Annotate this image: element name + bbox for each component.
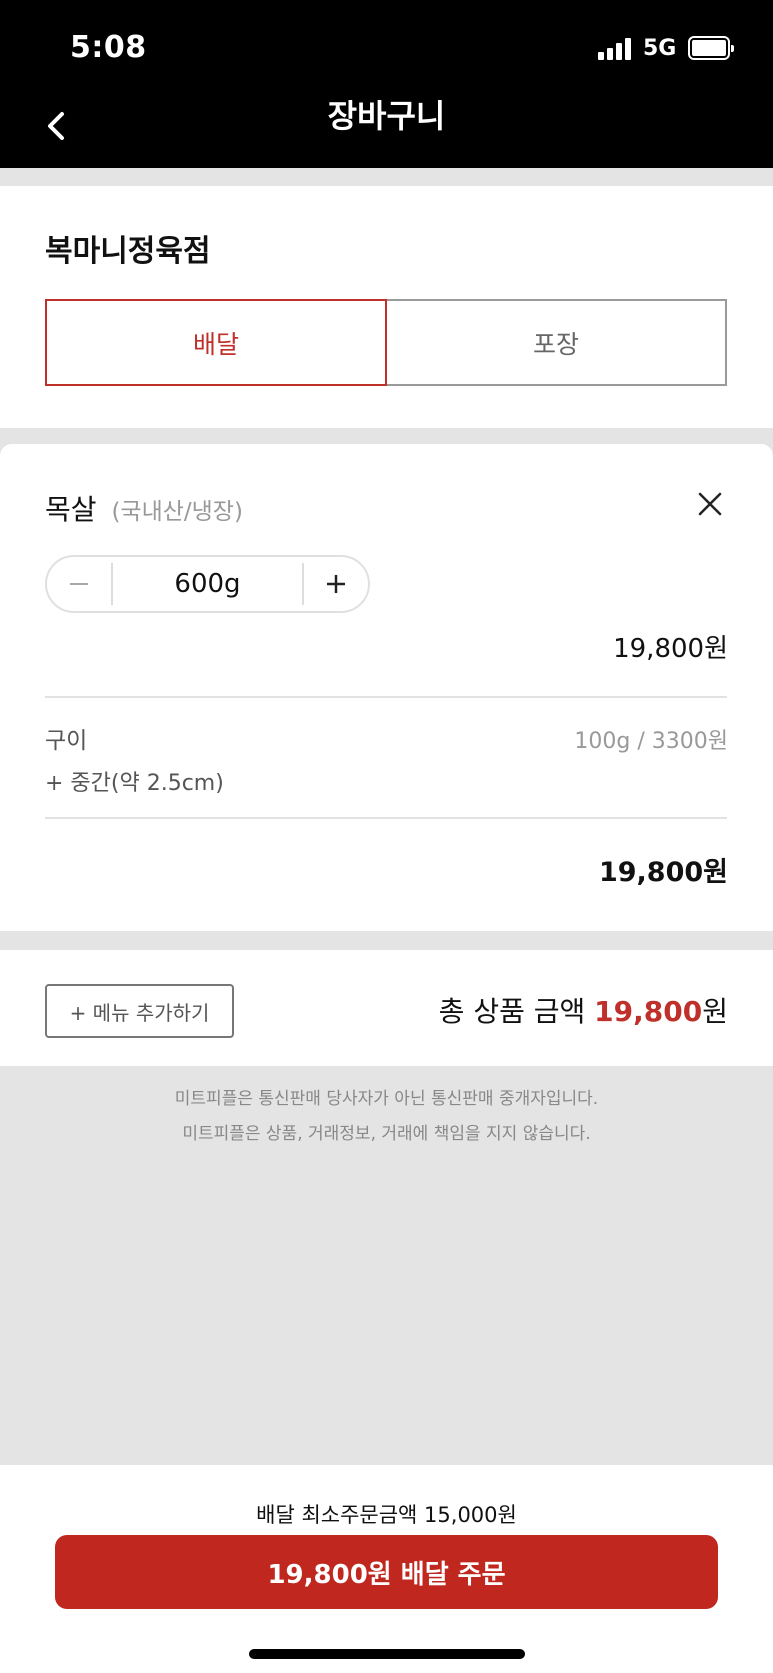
- divider: [45, 696, 727, 698]
- decrease-button[interactable]: [47, 557, 111, 611]
- add-menu-button[interactable]: + 메뉴 추가하기: [45, 984, 234, 1038]
- item-price: 19,800원: [613, 634, 728, 664]
- item-origin: (국내산/냉장): [111, 499, 243, 525]
- signal-icon: [598, 38, 634, 60]
- option-unit-price: 100g / 3300원: [574, 729, 728, 754]
- quantity-stepper: 600g: [45, 555, 370, 613]
- tab-delivery[interactable]: 배달: [45, 299, 387, 386]
- store-name: 복마니정육점: [45, 234, 211, 269]
- minus-icon: [70, 583, 88, 585]
- total-label: 총 상품 금액: [438, 995, 586, 1028]
- option-detail: + 중간(약 2.5cm): [45, 771, 224, 796]
- page-title: 장바구니: [327, 97, 446, 135]
- remove-item-button[interactable]: [694, 488, 726, 520]
- divider: [45, 817, 727, 819]
- total-currency: 원: [702, 995, 728, 1028]
- total-amount: 19,800: [594, 995, 703, 1028]
- close-icon: [698, 492, 722, 516]
- home-indicator: [249, 1649, 525, 1659]
- min-order-text: 배달 최소주문금액 15,000원: [256, 1503, 517, 1527]
- tab-pickup[interactable]: 포장: [387, 299, 727, 386]
- quantity-value: 600g: [174, 569, 241, 599]
- disclaimer-line: 미트피플은 상품, 거래정보, 거래에 책임을 지지 않습니다.: [182, 1124, 591, 1144]
- disclaimer-line: 미트피플은 통신판매 당사자가 아닌 통신판매 중개자입니다.: [174, 1089, 599, 1109]
- order-type-tabs: 배달 포장: [45, 299, 727, 386]
- item-total: 19,800원: [598, 857, 728, 888]
- item-title: 목살 (국내산/냉장): [45, 488, 243, 528]
- store-panel: 복마니정육점 배달 포장: [0, 186, 773, 428]
- order-footer: 배달 최소주문금액 15,000원 19,800원 배달 주문: [0, 1465, 773, 1673]
- option-label: 구이: [45, 728, 88, 754]
- cart-item: 목살 (국내산/냉장) 600g 19,800원 구이 100g / 3300원…: [0, 444, 773, 931]
- grand-total: 총 상품 금액 19,800원: [439, 990, 728, 1030]
- status-time: 5:08: [70, 30, 147, 65]
- battery-icon: [688, 36, 734, 60]
- item-name: 목살: [45, 493, 97, 526]
- increase-button[interactable]: [304, 557, 368, 611]
- plus-icon: [327, 575, 345, 593]
- nav-header: 장바구니: [0, 100, 773, 168]
- summary-panel: + 메뉴 추가하기 총 상품 금액 19,800원: [0, 950, 773, 1066]
- order-button[interactable]: 19,800원 배달 주문: [55, 1535, 718, 1609]
- network-type: 5G: [643, 36, 677, 61]
- status-bar: 5:08 5G: [0, 0, 773, 100]
